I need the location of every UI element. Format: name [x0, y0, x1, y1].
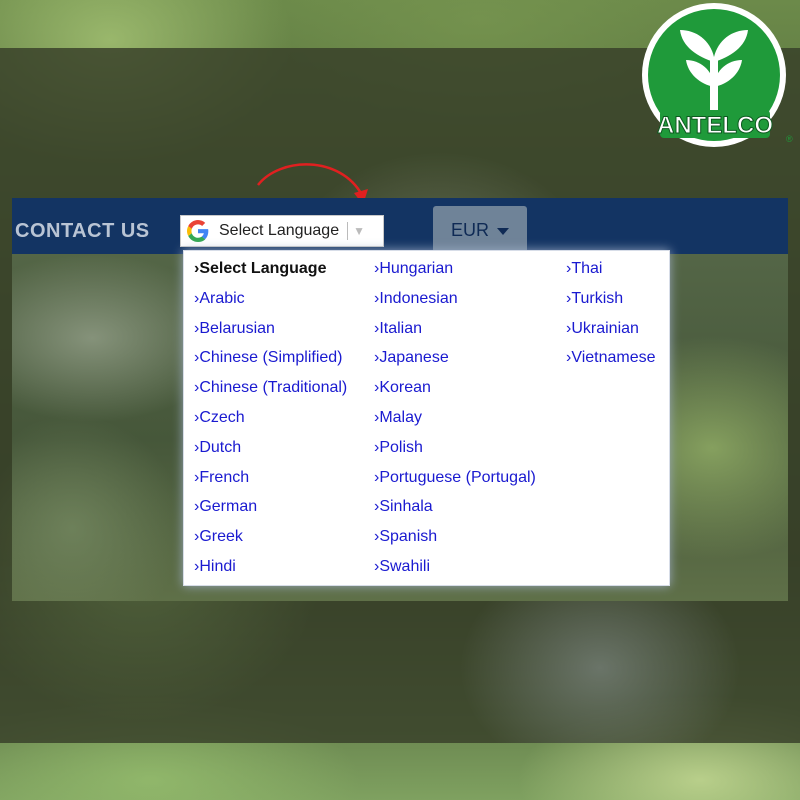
language-option[interactable]: ›Indonesian [374, 289, 536, 319]
language-option[interactable]: ›Chinese (Simplified) [194, 348, 347, 378]
language-option[interactable]: ›Hindi [194, 557, 347, 587]
language-option[interactable]: ›German [194, 497, 347, 527]
language-option[interactable]: ›French [194, 468, 347, 498]
language-option[interactable]: ›Ukrainian [566, 319, 656, 349]
logo-text: ANTELCO [657, 112, 773, 139]
contact-us-link[interactable]: CONTACT US [15, 220, 150, 243]
language-column-2: ›Hungarian ›Indonesian ›Italian ›Japanes… [374, 259, 536, 587]
currency-dropdown[interactable]: EUR [433, 206, 527, 254]
language-option[interactable]: ›Polish [374, 438, 536, 468]
language-option[interactable]: ›Turkish [566, 289, 656, 319]
registered-mark: ® [786, 134, 793, 144]
language-option[interactable]: ›Hungarian [374, 259, 536, 289]
google-g-icon [187, 220, 209, 242]
language-column-1: ›Select Language ›Arabic ›Belarusian ›Ch… [194, 259, 347, 587]
language-option[interactable]: ›Portuguese (Portugal) [374, 468, 536, 498]
language-option[interactable]: ›Sinhala [374, 497, 536, 527]
language-menu: ›Select Language ›Arabic ›Belarusian ›Ch… [183, 250, 670, 586]
website-screenshot: CONTACT US Select Language ▼ EUR ›Select… [12, 198, 788, 601]
language-option[interactable]: ›Malay [374, 408, 536, 438]
language-option[interactable]: ›Korean [374, 378, 536, 408]
language-select[interactable]: Select Language ▼ [180, 215, 384, 247]
language-option[interactable]: ›Select Language [194, 259, 347, 289]
language-option[interactable]: ›Swahili [374, 557, 536, 587]
language-option[interactable]: ›Italian [374, 319, 536, 349]
currency-label: EUR [450, 219, 489, 240]
divider [347, 222, 349, 240]
language-option[interactable]: ›Czech [194, 408, 347, 438]
language-option[interactable]: ›Thai [566, 259, 656, 289]
language-option[interactable]: ›Spanish [374, 527, 536, 557]
language-option[interactable]: ›Greek [194, 527, 347, 557]
caret-down-icon [497, 228, 509, 235]
language-option[interactable]: ›Belarusian [194, 319, 347, 349]
antelco-logo: ANTELCO ® [642, 3, 793, 147]
language-option[interactable]: ›Japanese [374, 348, 536, 378]
language-option[interactable]: ›Arabic [194, 289, 347, 319]
language-column-3: ›Thai ›Turkish ›Ukrainian ›Vietnamese [566, 259, 656, 378]
triangle-down-icon[interactable]: ▼ [353, 224, 365, 238]
language-option[interactable]: ›Vietnamese [566, 348, 656, 378]
language-option[interactable]: ›Dutch [194, 438, 347, 468]
navbar: CONTACT US Select Language ▼ EUR [12, 198, 788, 254]
language-select-label: Select Language [219, 222, 340, 239]
language-option[interactable]: ›Chinese (Traditional) [194, 378, 347, 408]
